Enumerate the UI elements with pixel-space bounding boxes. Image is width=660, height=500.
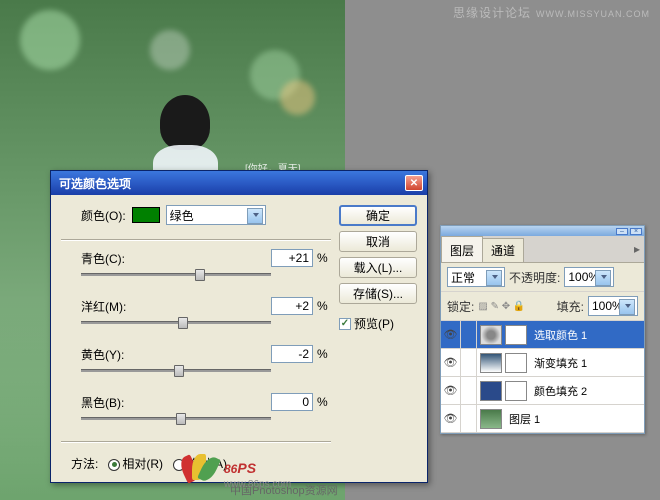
black-slider[interactable] xyxy=(176,413,186,425)
color-dropdown[interactable]: 绿色 xyxy=(166,205,266,225)
layer-thumb-icon xyxy=(480,353,502,373)
black-label: 黑色(B): xyxy=(81,394,141,411)
layer-thumb-icon xyxy=(480,381,502,401)
opacity-label: 不透明度: xyxy=(509,269,560,286)
visibility-icon[interactable]: 👁 xyxy=(441,405,461,432)
black-input[interactable] xyxy=(271,393,313,411)
layers-panel: – × 图层 通道 ▸ 正常 不透明度: 100% 锁定: ▨ ✎ ✥ 🔒 填充… xyxy=(440,225,645,434)
layer-name: 颜色填充 2 xyxy=(530,383,587,399)
yellow-input[interactable] xyxy=(271,345,313,363)
layer-name: 图层 1 xyxy=(505,411,540,427)
save-button[interactable]: 存储(S)... xyxy=(339,283,417,304)
layer-row[interactable]: 👁 渐变填充 1 xyxy=(441,349,644,377)
visibility-icon[interactable]: 👁 xyxy=(441,349,461,376)
lock-icons[interactable]: ▨ ✎ ✥ 🔒 xyxy=(478,301,525,312)
visibility-icon[interactable]: 👁 xyxy=(441,321,461,348)
dialog-title: 可选颜色选项 xyxy=(55,175,405,192)
selective-color-dialog: 可选颜色选项 ✕ 颜色(O): 绿色 青色(C): % 洋红(M): % xyxy=(50,170,428,483)
magenta-slider[interactable] xyxy=(178,317,188,329)
close-button[interactable]: ✕ xyxy=(405,175,423,191)
cyan-input[interactable] xyxy=(271,249,313,267)
panel-menu-icon[interactable]: ▸ xyxy=(630,236,644,262)
mask-thumb-icon xyxy=(505,353,527,373)
panel-close-icon[interactable]: × xyxy=(630,228,642,235)
magenta-label: 洋红(M): xyxy=(81,298,141,315)
visibility-icon[interactable]: 👁 xyxy=(441,377,461,404)
cyan-slider[interactable] xyxy=(195,269,205,281)
panel-titlebar[interactable]: – × xyxy=(441,226,644,236)
layer-row[interactable]: 👁 颜色填充 2 xyxy=(441,377,644,405)
layer-thumb-icon xyxy=(480,409,502,429)
mask-thumb-icon xyxy=(505,381,527,401)
cyan-label: 青色(C): xyxy=(81,250,141,267)
magenta-input[interactable] xyxy=(271,297,313,315)
lock-label: 锁定: xyxy=(447,298,474,315)
cancel-button[interactable]: 取消 xyxy=(339,231,417,252)
preview-label: 预览(P) xyxy=(354,315,394,332)
dialog-titlebar[interactable]: 可选颜色选项 ✕ xyxy=(51,171,427,195)
mask-thumb-icon xyxy=(505,325,527,345)
opacity-input[interactable]: 100% xyxy=(564,267,614,287)
method-label: 方法: xyxy=(71,455,98,472)
load-button[interactable]: 载入(L)... xyxy=(339,257,417,278)
ok-button[interactable]: 确定 xyxy=(339,205,417,226)
blend-mode-dropdown[interactable]: 正常 xyxy=(447,267,505,287)
fill-label: 填充: xyxy=(557,298,584,315)
preview-checkbox[interactable]: ✓ xyxy=(339,318,351,330)
method-relative-radio[interactable]: 相对(R) xyxy=(108,455,163,472)
yellow-label: 黄色(Y): xyxy=(81,346,141,363)
layer-row[interactable]: 👁 图层 1 xyxy=(441,405,644,433)
logo-86ps: 86PS www.86ps.com xyxy=(180,452,291,490)
fill-input[interactable]: 100% xyxy=(588,296,638,316)
color-label: 颜色(O): xyxy=(81,207,126,224)
layer-name: 渐变填充 1 xyxy=(530,355,587,371)
layer-list: 👁 选取颜色 1 👁 渐变填充 1 👁 颜色填充 2 👁 图层 1 xyxy=(441,321,644,433)
layer-name: 选取颜色 1 xyxy=(530,327,587,343)
color-swatch xyxy=(132,207,160,223)
tab-layers[interactable]: 图层 xyxy=(441,236,483,262)
watermark: 思缘设计论坛WWW.MISSYUAN.COM xyxy=(453,4,650,21)
minimize-icon[interactable]: – xyxy=(616,228,628,235)
tab-channels[interactable]: 通道 xyxy=(482,238,524,262)
layer-row[interactable]: 👁 选取颜色 1 xyxy=(441,321,644,349)
yellow-slider[interactable] xyxy=(174,365,184,377)
layer-thumb-icon xyxy=(480,325,502,345)
